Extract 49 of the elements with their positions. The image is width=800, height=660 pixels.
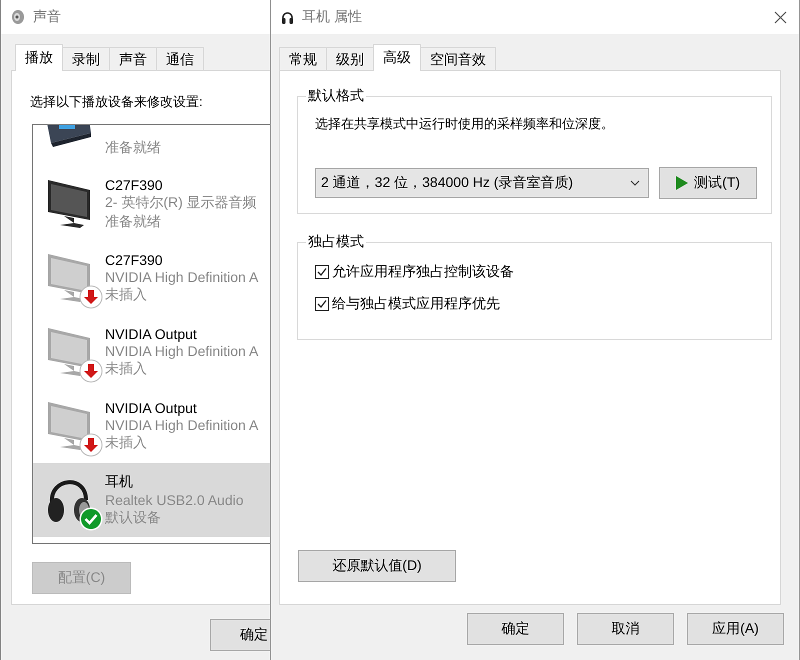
format-dropdown[interactable]: 2 通道，32 位，384000 Hz (录音室音质): [315, 168, 650, 198]
dialog-button[interactable]: 确定: [467, 613, 564, 645]
tab[interactable]: 常规: [279, 47, 327, 71]
device-item[interactable]: NVIDIA Output NVIDIA High Definition A 未插入: [33, 315, 270, 389]
device-status: 默认设备: [105, 509, 162, 527]
checkbox[interactable]: [315, 265, 329, 279]
group-title: 独占模式: [306, 233, 366, 251]
device-name: NVIDIA Output: [105, 400, 198, 416]
device-status: 准备就绪: [105, 213, 162, 231]
tab[interactable]: 空间音效: [420, 47, 496, 71]
device-driver: 2- 英特尔(R) 显示器音频: [105, 194, 257, 212]
device-name: C27F390: [105, 252, 164, 268]
checkbox-option[interactable]: 允许应用程序独占控制该设备: [315, 263, 757, 281]
window-title: 声音: [33, 8, 61, 26]
close-icon: [774, 10, 787, 24]
format-description: 选择在共享模式中运行时使用的采样频率和位深度。: [315, 115, 615, 133]
device-driver: NVIDIA High Definition A: [105, 269, 258, 285]
device-driver: NVIDIA High Definition A: [105, 343, 258, 359]
window-title: 耳机 属性: [302, 8, 362, 26]
device-status: 准备就绪: [105, 139, 161, 157]
device-item[interactable]: C27F390 NVIDIA High Definition A 未插入: [33, 241, 270, 315]
device-status: 未插入: [105, 360, 148, 378]
dialog-button[interactable]: 应用(A): [687, 613, 784, 645]
tab[interactable]: 高级: [373, 44, 421, 71]
device-item[interactable]: 耳机 Realtek USB2.0 Audio 默认设备: [33, 463, 270, 537]
device-status: 未插入: [105, 286, 148, 304]
device-driver: Realtek USB2.0 Audio: [105, 492, 244, 508]
restore-defaults-button[interactable]: 还原默认值(D): [298, 550, 456, 582]
checkbox-option[interactable]: 给与独占模式应用程序优先: [315, 295, 757, 313]
device-name: C27F390: [105, 177, 164, 193]
group-title: 默认格式: [306, 87, 366, 105]
ok-button[interactable]: 确定: [210, 619, 270, 651]
receiver-icon: [45, 125, 93, 149]
device-name: NVIDIA Output: [105, 326, 198, 342]
tab[interactable]: 通信: [156, 47, 204, 71]
device-status: 未插入: [105, 434, 148, 452]
device-driver: NVIDIA High Definition A: [105, 417, 258, 433]
caret-icon: [630, 180, 640, 186]
checkbox[interactable]: [315, 297, 329, 311]
tab[interactable]: 播放: [15, 44, 63, 71]
play-icon: [676, 176, 688, 190]
device-item[interactable]: C27F390 2- 英特尔(R) 显示器音频 准备就绪: [33, 167, 270, 241]
device-name: 耳机: [105, 473, 134, 491]
test-button[interactable]: 测试(T): [659, 167, 757, 199]
speaker-icon: [11, 9, 25, 25]
headphones-icon: [281, 10, 294, 24]
instruction-text: 选择以下播放设备来修改设置:: [30, 93, 204, 111]
device-item[interactable]: NVIDIA Output NVIDIA High Definition A 未插入: [33, 389, 270, 463]
dialog-button[interactable]: 取消: [577, 613, 674, 645]
